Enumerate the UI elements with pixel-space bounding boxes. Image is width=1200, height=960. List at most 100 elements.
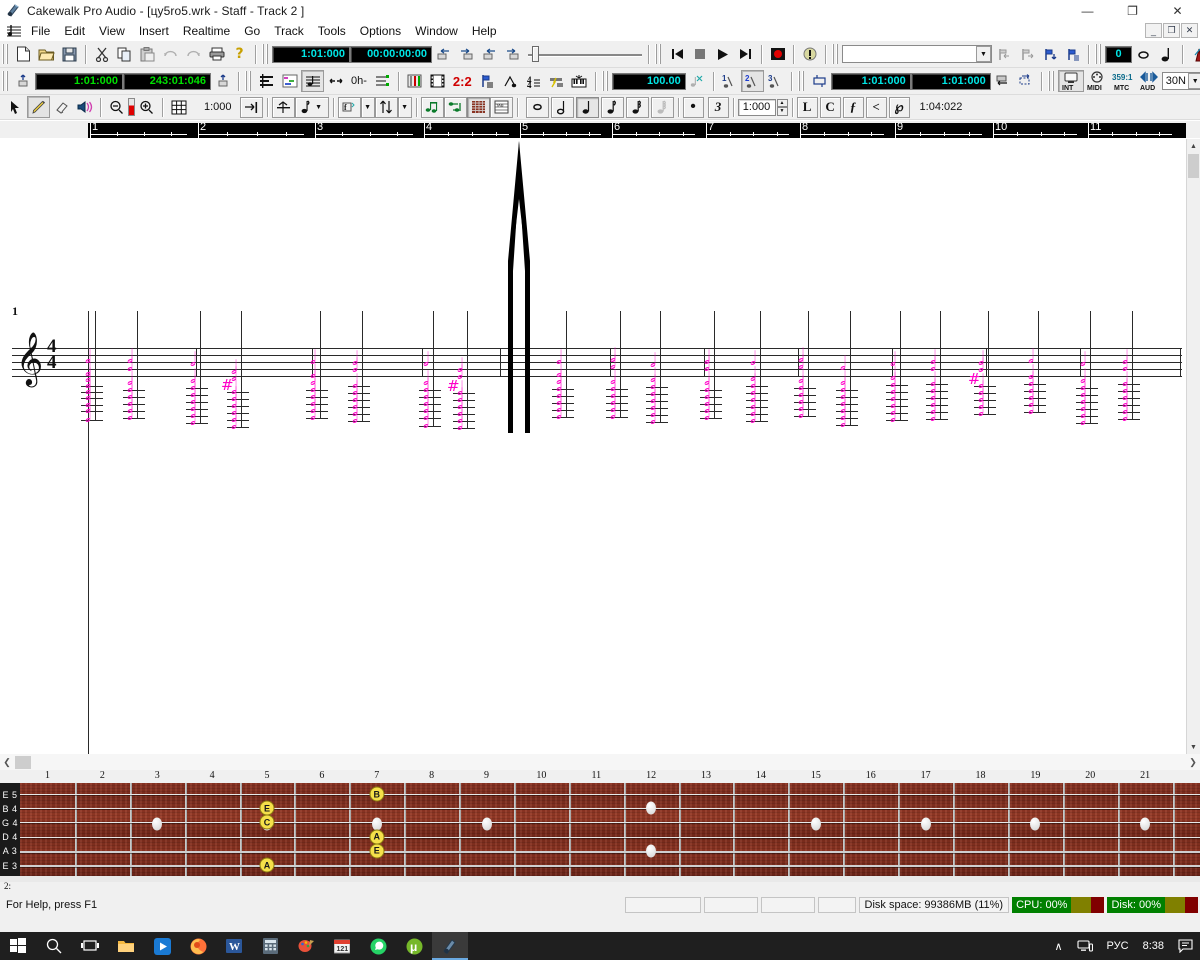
marker-list-icon[interactable] [1061, 43, 1084, 65]
loop-toggle-icon[interactable] [808, 70, 831, 92]
staff-view-icon[interactable] [301, 70, 324, 92]
play-button[interactable] [711, 43, 734, 65]
fast-forward-button[interactable] [734, 43, 757, 65]
tablature-icon[interactable]: TAB [489, 96, 513, 118]
toolbar-grip[interactable] [245, 71, 252, 91]
crescendo-button[interactable]: < [865, 96, 887, 118]
toolbar-grip[interactable] [601, 71, 609, 91]
notation-canvas[interactable]: 1 𝄞 4 4 𝅗𝅥 𝅗𝅥 𝅗𝅥 𝅗𝅥 𝅗𝅥 𝅗𝅥 𝅗𝅥 𝅗𝅥 𝅗𝅥 𝅗𝅥 𝅗𝅥 𝅗𝅥 𝅗𝅥 𝅗𝅥 𝅗𝅥 𝅗𝅥 𝅗𝅥 𝅗𝅥 𝅗𝅥 𝅗𝅥 𝅗𝅥 𝅗𝅥 𝅗𝅥 𝅗𝅥 𝅗𝅥 𝅗𝅥 𝅗𝅥 𝅗𝅥 𝅗𝅥 𝅗𝅥 𝅗𝅥 𝅗𝅥… [0, 139, 1186, 754]
record-button[interactable] [766, 43, 789, 65]
select-tool-button[interactable] [4, 96, 27, 118]
loop-enable-icon[interactable] [991, 70, 1014, 92]
video-view-icon[interactable] [426, 70, 449, 92]
stop-button[interactable] [688, 43, 711, 65]
layout-icon[interactable] [443, 96, 467, 118]
note-head[interactable]: 𝅗𝅥 [930, 406, 936, 425]
rewind-marker-icon[interactable] [432, 43, 455, 65]
note-head[interactable]: 𝅗𝅥 [310, 405, 316, 424]
sync-internal-button[interactable]: INT [1057, 70, 1084, 92]
fretboard-pane[interactable]: 1 2 3 4 5 6 7 8 9 10 11 12 13 14 15 16 17 18 19 20 21 E 5B 4… [0, 770, 1200, 882]
note-head[interactable]: 𝅗𝅥 [610, 404, 616, 423]
sysx-icon[interactable] [371, 70, 394, 92]
chevron-down-icon[interactable]: ▼ [1187, 73, 1200, 89]
minimize-button[interactable]: — [1065, 0, 1110, 21]
help-icon[interactable]: ? [228, 43, 251, 65]
draw-tool-button[interactable] [27, 96, 50, 118]
tray-chevron-up-icon[interactable]: ∧ [1047, 932, 1069, 960]
erase-tool-button[interactable] [50, 96, 73, 118]
guitar-string[interactable] [0, 850, 1200, 853]
new-file-icon[interactable] [12, 43, 35, 65]
close-button[interactable]: ✕ [1155, 0, 1200, 21]
toolbar-grip[interactable] [1047, 71, 1055, 91]
toolbar-grip[interactable] [2, 44, 9, 64]
snap-to-grid-icon[interactable] [239, 96, 263, 118]
fill-duration-icon[interactable] [271, 96, 295, 118]
meter-key-icon[interactable]: 44 [522, 70, 545, 92]
search-icon[interactable] [36, 932, 72, 960]
fretboard-note-marker[interactable]: A [369, 829, 385, 845]
edit-cursor[interactable] [503, 139, 535, 441]
punch-enable-icon[interactable] [1014, 70, 1037, 92]
whole-note-icon[interactable] [1132, 43, 1155, 65]
quarter-note-icon[interactable] [1155, 43, 1178, 65]
guitar-string[interactable] [0, 794, 1200, 795]
scrub-tool-button[interactable] [73, 96, 96, 118]
marker-icon[interactable] [476, 70, 499, 92]
utorrent-icon[interactable]: μ [396, 932, 432, 960]
ruler-bar[interactable] [88, 123, 1186, 138]
media-player-icon[interactable] [144, 932, 180, 960]
fretboard-note-marker[interactable]: B [369, 786, 385, 802]
transpose-dropdown-arrow[interactable]: ▼ [397, 96, 412, 118]
scroll-left-arrow[interactable]: ❮ [0, 757, 14, 768]
print-icon[interactable] [205, 43, 228, 65]
calendar-icon[interactable]: 121 [324, 932, 360, 960]
fretboard-note-marker[interactable]: C [259, 814, 275, 830]
note-head[interactable]: 𝅗𝅥 [840, 412, 846, 431]
toolbar-grip[interactable] [797, 71, 805, 91]
chevron-down-icon[interactable]: ▼ [315, 104, 322, 111]
pick-multiple-icon[interactable] [420, 96, 444, 118]
event-list-icon[interactable] [324, 70, 347, 92]
toolbar-grip[interactable] [832, 44, 839, 64]
note-head[interactable]: 𝅗𝅥 [1080, 410, 1086, 429]
now-time-mbt-display[interactable]: 1:01:000 [272, 45, 350, 63]
forward-marker-icon[interactable] [455, 43, 478, 65]
velocity-legato-button[interactable]: L [796, 96, 818, 118]
sync-midi-button[interactable]: MIDI [1084, 70, 1110, 92]
guitar-string[interactable] [0, 808, 1200, 810]
chevron-down-icon[interactable]: ▼ [364, 104, 371, 111]
transpose-icon[interactable] [374, 96, 398, 118]
rewind-to-start-button[interactable] [665, 43, 688, 65]
note-head[interactable]: 𝅗𝅥 [556, 404, 562, 423]
cut-icon[interactable] [90, 43, 113, 65]
duration-spinner[interactable]: ▲ ▼ [776, 98, 788, 116]
menu-view[interactable]: View [92, 22, 132, 40]
piano-roll-icon[interactable] [278, 70, 301, 92]
spinner-down[interactable]: ▼ [776, 107, 788, 116]
menu-file[interactable]: File [24, 22, 57, 40]
scroll-down-arrow[interactable]: ▼ [1187, 740, 1200, 754]
set-from-marker-icon[interactable] [478, 43, 501, 65]
menu-help[interactable]: Help [465, 22, 504, 40]
guitar-string[interactable] [0, 822, 1200, 824]
note-head[interactable]: 𝅗𝅥 [457, 415, 463, 434]
note-head[interactable]: 𝅗𝅥 [231, 414, 237, 433]
note-head[interactable]: 𝅗𝅥 [127, 405, 133, 424]
word-icon[interactable]: W [216, 932, 252, 960]
sync-mtc-button[interactable]: 359:1 MTC [1110, 70, 1136, 92]
panic-button[interactable] [798, 43, 821, 65]
spinner-up[interactable]: ▲ [776, 98, 788, 107]
thru-time-display[interactable]: 243:01:046 [123, 72, 211, 90]
scroll-up-arrow[interactable]: ▲ [1187, 139, 1200, 153]
time-ruler[interactable]: 1 2 3 4 5 6 7 8 9 10 11 [0, 121, 1200, 138]
tempo-ratio-icon[interactable] [686, 70, 709, 92]
accidental-sharp[interactable]: # [968, 372, 981, 387]
chord-icon[interactable]: f [337, 96, 361, 118]
whatsapp-icon[interactable] [360, 932, 396, 960]
meter-label[interactable]: 2:2 [449, 74, 476, 89]
loop-from-display[interactable]: 1:01:000 [830, 72, 911, 90]
task-view-icon[interactable] [72, 932, 108, 960]
tempo-icon[interactable] [499, 70, 522, 92]
horizontal-scroll-thumb[interactable] [15, 755, 31, 769]
